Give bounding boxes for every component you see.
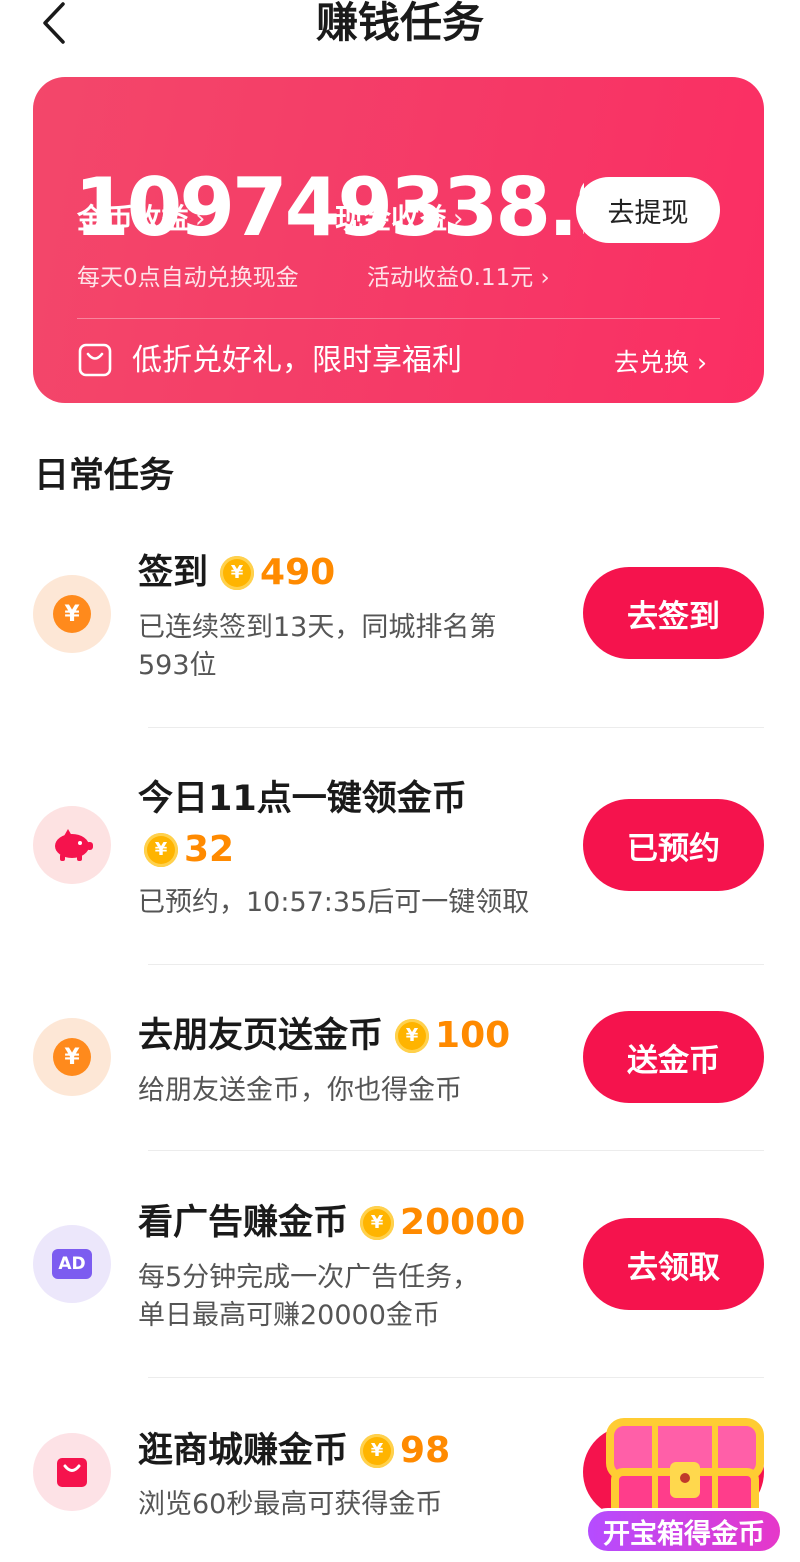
shopping-bag-icon (33, 1433, 111, 1511)
task-title: 逛商城赚金币 ¥98 (138, 1428, 450, 1474)
auto-exchange-note: 每天0点自动兑换现金 (77, 265, 299, 291)
promo-text: 低折兑好礼，限时享福利 (132, 343, 462, 378)
gold-coin-icon: ¥ (360, 1434, 395, 1468)
claim-button[interactable]: 去领取 (583, 1218, 764, 1310)
shopping-bag-glyph (57, 1458, 87, 1487)
piggy-bank-icon (33, 806, 111, 884)
gold-coin-icon: ¥ (220, 556, 255, 590)
task-desc: 593位 (138, 650, 217, 681)
shopping-bag-icon (78, 343, 112, 377)
task-title: 去朋友页送金币 ¥100 (138, 1013, 510, 1059)
send-coins-button[interactable]: 送金币 (583, 1011, 764, 1103)
daily-tasks-title: 日常任务 (34, 456, 175, 496)
yuan-coin-icon: ¥ (33, 1018, 111, 1096)
card-divider (77, 318, 720, 319)
task-desc: 已连续签到13天，同城排名第 (138, 612, 497, 643)
reserved-button[interactable]: 已预约 (583, 799, 764, 891)
piggy-bank-glyph (55, 829, 93, 861)
reward: ¥20000 (360, 1200, 525, 1246)
task-title: 签到 ¥490 (138, 550, 335, 596)
gold-coin-icon: ¥ (360, 1206, 395, 1240)
task-desc: 给朋友送金币，你也得金币 (138, 1075, 462, 1106)
reward: ¥98 (360, 1428, 450, 1474)
reward: ¥32 (144, 827, 234, 873)
task-desc: 单日最高可赚20000金币 (138, 1300, 440, 1331)
activity-earnings-link[interactable]: 活动收益0.11元 › (367, 262, 550, 294)
gold-coin-icon: ¥ (395, 1019, 430, 1053)
exchange-link[interactable]: 去兑换 › (614, 346, 707, 380)
row-divider (148, 964, 764, 965)
row-divider (148, 1377, 764, 1378)
reward: ¥490 (220, 550, 335, 596)
earnings-card: 金币收益 › 现金收益 › 109749338.93 去提现 每天0点自动兑换现… (33, 77, 764, 403)
reward: ¥100 (395, 1013, 510, 1059)
header: 赚钱任务 (0, 0, 800, 50)
yuan-coin-icon: ¥ (33, 575, 111, 653)
gold-coin-icon: ¥ (144, 833, 178, 867)
task-reward-line: ¥32 (132, 827, 234, 873)
earnings-amount: 109749338.93 (74, 168, 584, 248)
task-title: 看广告赚金币 ¥20000 (138, 1200, 525, 1246)
task-title: 今日11点一键领金币 (138, 779, 467, 819)
row-divider (148, 1150, 764, 1151)
ad-icon: AD (33, 1225, 111, 1303)
withdraw-button[interactable]: 去提现 (576, 177, 720, 243)
task-desc: 每5分钟完成一次广告任务， (138, 1262, 480, 1293)
page-title: 赚钱任务 (315, 0, 484, 47)
treasure-box-label: 开宝箱得金币 (585, 1508, 783, 1554)
sign-in-button[interactable]: 去签到 (583, 567, 764, 659)
task-desc: 已预约，10:57:35后可一键领取 (138, 887, 530, 918)
task-desc: 浏览60秒最高可获得金币 (138, 1489, 443, 1520)
row-divider (148, 727, 764, 728)
